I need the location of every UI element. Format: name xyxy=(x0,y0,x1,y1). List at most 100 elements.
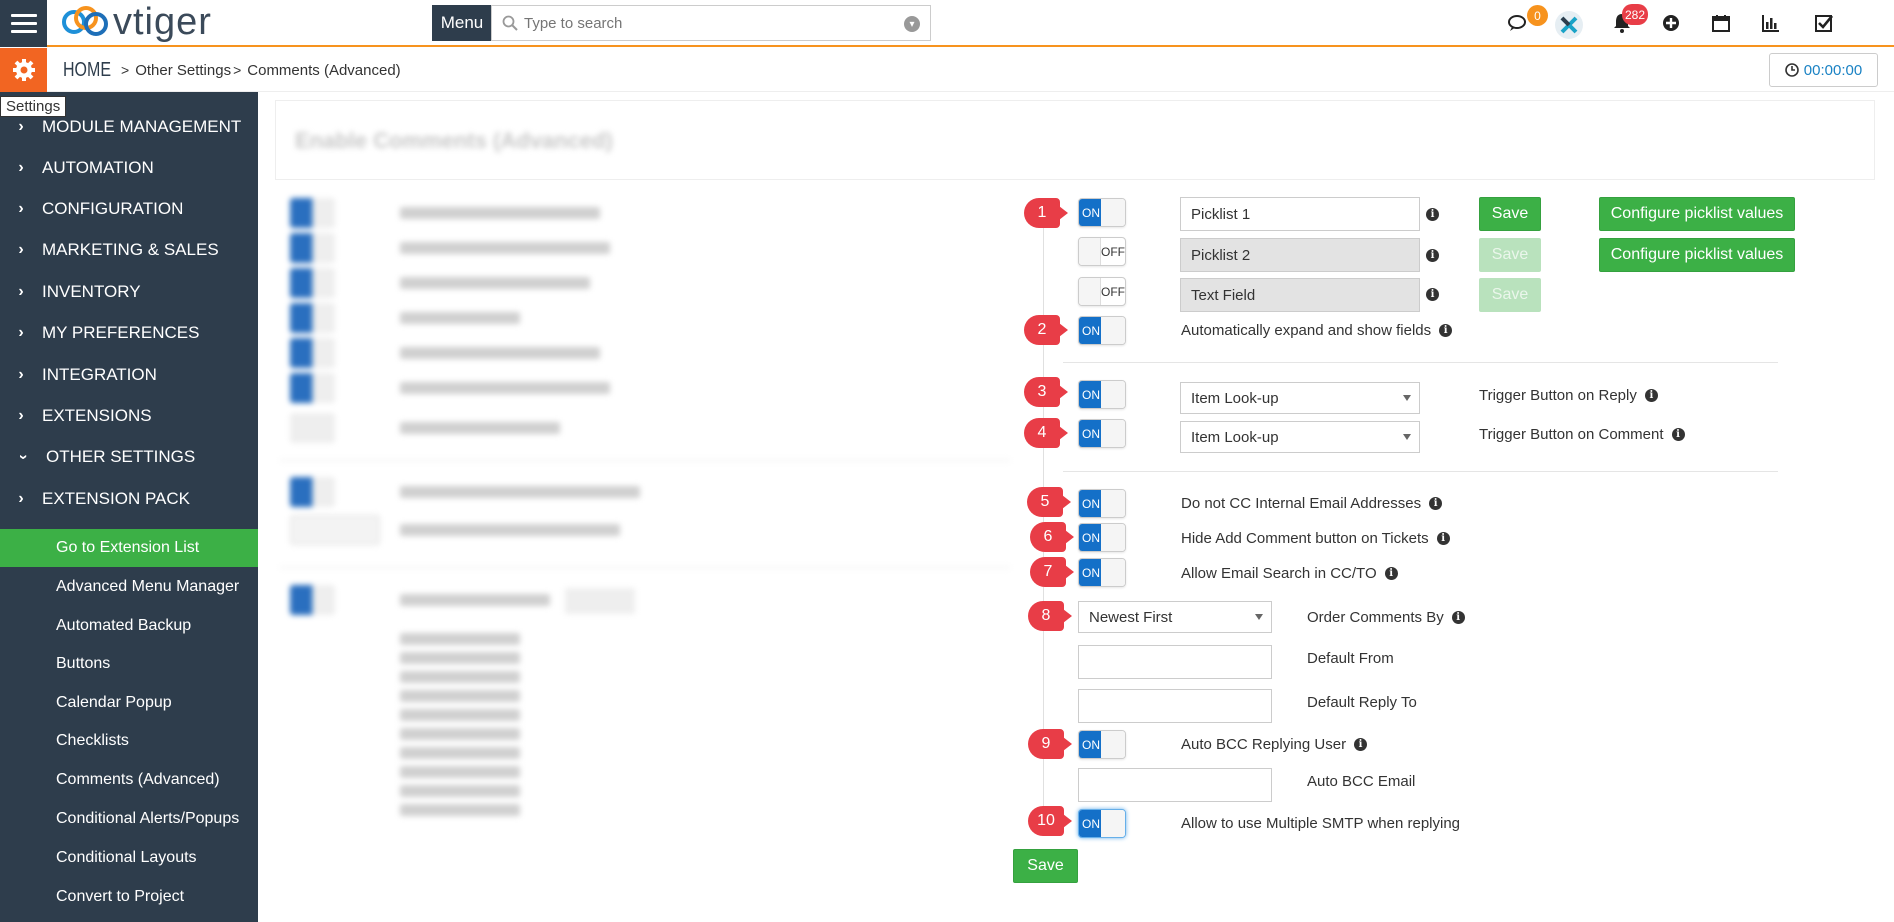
breadcrumb-home[interactable]: HOME xyxy=(63,59,111,82)
toggle-email-search[interactable]: ON xyxy=(1078,558,1126,587)
save-text-field-button[interactable]: Save xyxy=(1479,278,1541,312)
marker-8: 8 xyxy=(1028,601,1072,631)
search-dropdown-icon[interactable]: ▾ xyxy=(904,16,920,32)
timer-value: 00:00:00 xyxy=(1803,61,1863,79)
email-search-label: Allow Email Search in CC/TO i xyxy=(1181,565,1398,582)
add-icon[interactable] xyxy=(1658,10,1684,36)
hamburger-menu-icon[interactable] xyxy=(0,0,47,47)
chevron-right-icon: › xyxy=(18,490,24,507)
sidebar-section-marketing-sales[interactable]: › MARKETING & SALES xyxy=(0,231,258,269)
hide-add-comment-label: Hide Add Comment button on Tickets i xyxy=(1181,530,1450,547)
global-search[interactable]: ▾ xyxy=(491,5,931,41)
logo-mark-icon xyxy=(62,6,108,36)
sidebar-item-go-to-extension-list[interactable]: Go to Extension List xyxy=(0,529,258,567)
sidebar-item-conditional-alerts-popups[interactable]: Conditional Alerts/Popups xyxy=(0,800,258,838)
select-value: Item Look-up xyxy=(1191,389,1279,407)
auto-bcc-email-input[interactable] xyxy=(1078,768,1272,802)
sidebar-item-automated-backup[interactable]: Automated Backup xyxy=(0,607,258,645)
dropdown-arrow-icon xyxy=(1403,434,1411,440)
order-comments-label: Order Comments By i xyxy=(1307,609,1465,626)
sidebar-section-my-preferences[interactable]: › MY PREFERENCES xyxy=(0,314,258,352)
configure-picklist-2-button[interactable]: Configure picklist values xyxy=(1599,238,1795,272)
settings-sidebar: › MODULE MANAGEMENT › AUTOMATION › CONFIGUR… xyxy=(0,92,258,922)
sidebar-item-advanced-menu-manager[interactable]: Advanced Menu Manager xyxy=(0,568,258,606)
sidebar-section-label: MARKETING & SALES xyxy=(42,240,219,259)
toggle-text-field[interactable]: OFF xyxy=(1078,277,1126,306)
sidebar-section-integration[interactable]: › INTEGRATION xyxy=(0,356,258,394)
marker-4: 4 xyxy=(1024,418,1068,448)
breadcrumb-separator: > xyxy=(121,62,130,78)
sidebar-section-automation[interactable]: › AUTOMATION xyxy=(0,149,258,187)
toggle-on-label: ON xyxy=(1079,420,1103,447)
toggle-multiple-smtp[interactable]: ON xyxy=(1078,809,1126,838)
toggle-trigger-comment[interactable]: ON xyxy=(1078,419,1126,448)
default-reply-to-input[interactable] xyxy=(1078,689,1272,723)
toggle-on-label: ON xyxy=(1079,490,1103,517)
trigger-comment-label: Trigger Button on Comment i xyxy=(1479,426,1685,443)
order-comments-text: Order Comments By xyxy=(1307,609,1444,626)
save-picklist-2-button[interactable]: Save xyxy=(1479,238,1541,272)
breadcrumb-separator: > xyxy=(233,62,242,78)
toggle-on-label: ON xyxy=(1079,317,1103,344)
toggle-off-label: OFF xyxy=(1101,284,1125,299)
toggle-trigger-reply[interactable]: ON xyxy=(1078,380,1126,409)
vtiger-logo[interactable]: vtiger xyxy=(60,2,212,42)
sidebar-section-extensions[interactable]: › EXTENSIONS xyxy=(0,397,258,435)
reports-chart-icon[interactable] xyxy=(1758,10,1784,36)
auto-bcc-email-label: Auto BCC Email xyxy=(1307,773,1416,790)
timer-button[interactable]: 00:00:00 xyxy=(1769,53,1878,87)
no-cc-label: Do not CC Internal Email Addresses i xyxy=(1181,495,1443,512)
search-input[interactable] xyxy=(524,14,904,32)
sidebar-item-buttons[interactable]: Buttons xyxy=(0,645,258,683)
toggle-no-cc-internal[interactable]: ON xyxy=(1078,489,1126,518)
sidebar-section-label: MODULE MANAGEMENT xyxy=(42,117,242,136)
marker-9: 9 xyxy=(1028,729,1072,759)
multiple-smtp-label: Allow to use Multiple SMTP when replying xyxy=(1181,815,1461,832)
toggle-auto-expand[interactable]: ON xyxy=(1078,316,1126,345)
picklist-1-field[interactable]: Picklist 1 xyxy=(1180,197,1420,231)
configure-picklist-1-button[interactable]: Configure picklist values xyxy=(1599,197,1795,231)
auto-expand-label: Automatically expand and show fields i xyxy=(1181,322,1453,339)
sidebar-item-convert-to-project[interactable]: Convert to Project xyxy=(0,878,258,916)
save-button[interactable]: Save xyxy=(1013,849,1078,883)
sidebar-item-calendar-popup[interactable]: Calendar Popup xyxy=(0,684,258,722)
marker-1: 1 xyxy=(1024,198,1068,228)
sidebar-item-comments-advanced[interactable]: Comments (Advanced) xyxy=(0,761,258,799)
sidebar-item-checklists[interactable]: Checklists xyxy=(0,722,258,760)
calendar-icon[interactable] xyxy=(1708,10,1734,36)
settings-gear-icon[interactable] xyxy=(0,48,47,92)
extension-x-icon[interactable] xyxy=(1555,11,1583,39)
sidebar-item-conditional-layouts[interactable]: Conditional Layouts xyxy=(0,839,258,877)
toggle-hide-add-comment[interactable]: ON xyxy=(1078,523,1126,552)
tasks-check-icon[interactable] xyxy=(1811,10,1837,36)
order-comments-select[interactable]: Newest First xyxy=(1078,601,1272,633)
menu-button[interactable]: Menu xyxy=(432,5,492,41)
info-icon: i xyxy=(1436,532,1450,545)
sidebar-section-label: CONFIGURATION xyxy=(42,199,184,218)
picklist-2-field[interactable]: Picklist 2 xyxy=(1180,238,1420,272)
sidebar-section-extension-pack[interactable]: › EXTENSION PACK xyxy=(0,480,258,518)
default-from-label: Default From xyxy=(1307,650,1394,667)
chevron-right-icon: › xyxy=(18,366,24,383)
sidebar-section-inventory[interactable]: › INVENTORY xyxy=(0,273,258,311)
trigger-comment-select[interactable]: Item Look-up xyxy=(1180,421,1420,453)
marker-10: 10 xyxy=(1028,806,1072,836)
text-field-input[interactable]: Text Field xyxy=(1180,278,1420,312)
auto-bcc-user-text: Auto BCC Replying User xyxy=(1181,736,1347,753)
info-icon: i xyxy=(1384,567,1398,580)
toggle-auto-bcc-user[interactable]: ON xyxy=(1078,730,1126,759)
sidebar-section-label: EXTENSIONS xyxy=(42,406,152,425)
toggle-picklist-1[interactable]: ON xyxy=(1078,198,1126,227)
toggle-picklist-2[interactable]: OFF xyxy=(1078,237,1126,266)
save-picklist-1-button[interactable]: Save xyxy=(1479,197,1541,231)
divider xyxy=(1063,362,1778,363)
no-cc-text: Do not CC Internal Email Addresses xyxy=(1181,495,1422,512)
breadcrumb-other-settings[interactable]: Other Settings xyxy=(135,62,231,79)
sidebar-section-other-settings[interactable]: › OTHER SETTINGS xyxy=(0,438,258,476)
trigger-reply-select[interactable]: Item Look-up xyxy=(1180,382,1420,414)
toggle-on-label: ON xyxy=(1079,524,1103,551)
toggle-on-label: ON xyxy=(1079,199,1103,226)
info-icon: i xyxy=(1439,324,1453,337)
default-from-input[interactable] xyxy=(1078,645,1272,679)
sidebar-section-configuration[interactable]: › CONFIGURATION xyxy=(0,190,258,228)
